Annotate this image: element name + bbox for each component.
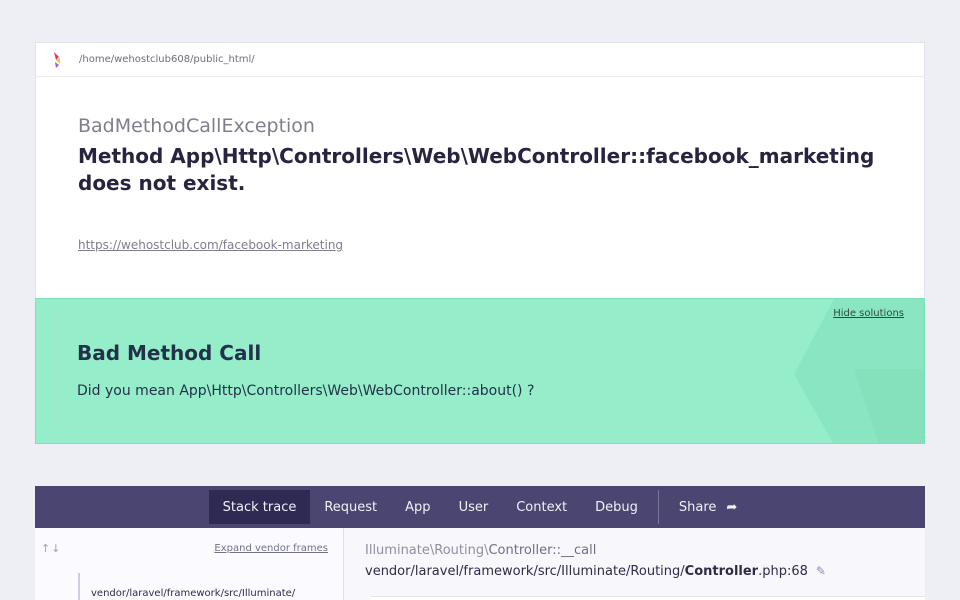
frame-detail-panel: Illuminate\Routing\Controller::__call ve… (344, 528, 925, 600)
tab-user[interactable]: User (445, 490, 503, 524)
share-arrow-icon: ➦ (726, 499, 738, 515)
error-card: /home/wehostclub608/public_html/ BadMeth… (35, 42, 925, 298)
code-snippet (371, 596, 925, 600)
exception-message: Method App\Http\Controllers\Web\WebContr… (78, 144, 875, 195)
file-name: Controller (684, 564, 759, 579)
edit-pencil-icon[interactable]: ✎ (816, 564, 826, 578)
frame-nav-arrows-icon[interactable]: ↑↓ (41, 542, 61, 555)
solution-decoration (794, 299, 924, 443)
ignition-logo-icon (54, 51, 60, 68)
solution-title: Bad Method Call (77, 341, 262, 365)
solution-text: Did you mean App\Http\Controllers\Web\We… (77, 383, 535, 399)
tab-request[interactable]: Request (310, 490, 391, 524)
tab-debug[interactable]: Debug (581, 490, 652, 524)
frame-method: Controller::__call (488, 543, 597, 558)
stack-frames-panel: ↑↓ Expand vendor frames vendor/laravel/f… (35, 528, 344, 600)
file-dir: vendor/laravel/framework/src/Illuminate/… (365, 564, 685, 579)
share-label: Share (678, 499, 717, 515)
tab-nav: Stack trace Request App User Context Deb… (35, 486, 925, 528)
frame-class: Illuminate\Routing\Controller::__call (365, 543, 596, 558)
share-button[interactable]: Share ➦ (665, 490, 751, 524)
frame-file-path: vendor/laravel/framework/src/Illuminate/… (365, 564, 826, 579)
tab-context[interactable]: Context (502, 490, 581, 524)
project-path: /home/wehostclub608/public_html/ (79, 54, 255, 65)
frame-rail (78, 573, 80, 600)
nav-divider (657, 490, 659, 524)
expand-vendor-frames-link[interactable]: Expand vendor frames (214, 543, 328, 554)
hide-solutions-link[interactable]: Hide solutions (833, 308, 904, 319)
tab-app[interactable]: App (391, 490, 444, 524)
exception-class: BadMethodCallException (78, 115, 315, 137)
tab-stack-trace[interactable]: Stack trace (208, 490, 311, 524)
frame-namespace: Illuminate\Routing\ (365, 543, 489, 558)
path-bar: /home/wehostclub608/public_html/ (36, 43, 924, 77)
solution-panel: Hide solutions Bad Method Call Did you m… (35, 298, 925, 444)
request-url-link[interactable]: https://wehostclub.com/facebook-marketin… (78, 238, 343, 252)
file-ext-line: .php:68 (758, 564, 808, 579)
frame-item[interactable]: vendor/laravel/framework/src/Illuminate/ (91, 588, 295, 599)
